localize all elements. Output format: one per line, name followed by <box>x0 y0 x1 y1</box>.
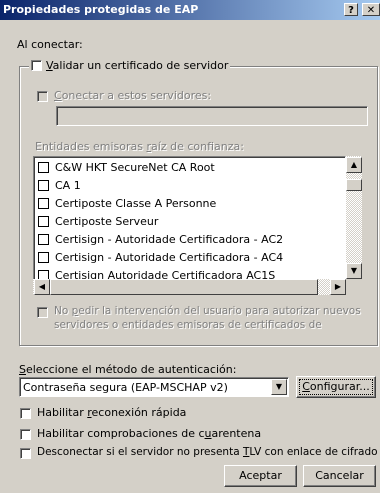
window-title: Propiedades protegidas de EAP <box>3 3 199 16</box>
servers-input[interactable] <box>56 106 368 126</box>
connect-servers-checkbox[interactable] <box>37 91 48 102</box>
help-button[interactable]: ? <box>344 3 358 16</box>
scroll-right-icon[interactable]: ▶ <box>330 279 346 295</box>
scroll-thumb[interactable] <box>346 179 362 191</box>
list-item[interactable]: Certiposte Serveur <box>38 214 158 230</box>
scroll-down-icon[interactable]: ▼ <box>346 263 362 279</box>
fast-reconnect-label: Habilitar reconexión rápida <box>37 406 187 419</box>
auth-method-label: Seleccione el método de autenticación: <box>19 363 237 376</box>
auth-method-value: Contraseña segura (EAP-MSCHAP v2) <box>23 381 228 394</box>
list-item[interactable]: CA 1 <box>38 178 81 194</box>
list-item[interactable]: Certisign - Autoridade Certificadora - A… <box>38 250 283 266</box>
close-button[interactable]: ✕ <box>362 3 380 16</box>
no-prompt-label-line2: servidores o entidades emisoras de certi… <box>54 319 322 331</box>
list-item-checkbox[interactable] <box>38 161 49 173</box>
no-prompt-checkbox[interactable] <box>37 307 48 318</box>
on-connect-label: Al conectar: <box>17 38 83 51</box>
ok-button[interactable]: Aceptar <box>224 465 297 487</box>
trusted-roots-label: Entidades emisoras raíz de confianza: <box>35 140 244 153</box>
list-item[interactable]: Certisign - Autoridade Certificadora - A… <box>38 232 283 248</box>
cancel-button[interactable]: Cancelar <box>303 465 376 487</box>
validate-cert-legend: Validar un certificado de servidor <box>29 59 231 73</box>
list-item-checkbox[interactable] <box>38 179 49 191</box>
list-item-checkbox[interactable] <box>38 197 49 209</box>
scroll-up-icon[interactable]: ▲ <box>346 157 362 173</box>
list-item-checkbox[interactable] <box>38 215 49 227</box>
hscroll-thumb[interactable] <box>50 279 318 295</box>
connect-servers-label: Conectar a estos servidores: <box>54 89 212 102</box>
list-item[interactable]: Certiposte Classe A Personne <box>38 196 216 212</box>
configure-button[interactable]: Configurar... <box>296 376 376 398</box>
scroll-corner <box>346 279 362 295</box>
scroll-left-icon[interactable]: ◀ <box>34 279 50 295</box>
chevron-down-icon[interactable]: ▼ <box>271 379 287 395</box>
quarantine-label: Habilitar comprobaciones de cuarentena <box>37 427 262 440</box>
validate-cert-accel: V <box>46 59 53 72</box>
list-item-checkbox[interactable] <box>38 233 49 245</box>
validate-cert-label: alidar un certificado de servidor <box>52 59 229 72</box>
list-item-checkbox[interactable] <box>38 251 49 263</box>
trusted-roots-list[interactable]: C&W HKT SecureNet CA Root CA 1 Certipost… <box>33 156 346 294</box>
disconnect-tlv-checkbox[interactable] <box>20 448 31 459</box>
no-prompt-label: No pedir la intervención del usuario par… <box>54 305 361 317</box>
quarantine-checkbox[interactable] <box>20 429 31 440</box>
list-item[interactable]: C&W HKT SecureNet CA Root <box>38 160 215 176</box>
fast-reconnect-checkbox[interactable] <box>20 408 31 419</box>
validate-cert-checkbox[interactable] <box>31 59 42 71</box>
disconnect-tlv-label: Desconectar si el servidor no presenta T… <box>37 446 378 458</box>
auth-method-select[interactable]: Contraseña segura (EAP-MSCHAP v2) ▼ <box>19 377 289 397</box>
